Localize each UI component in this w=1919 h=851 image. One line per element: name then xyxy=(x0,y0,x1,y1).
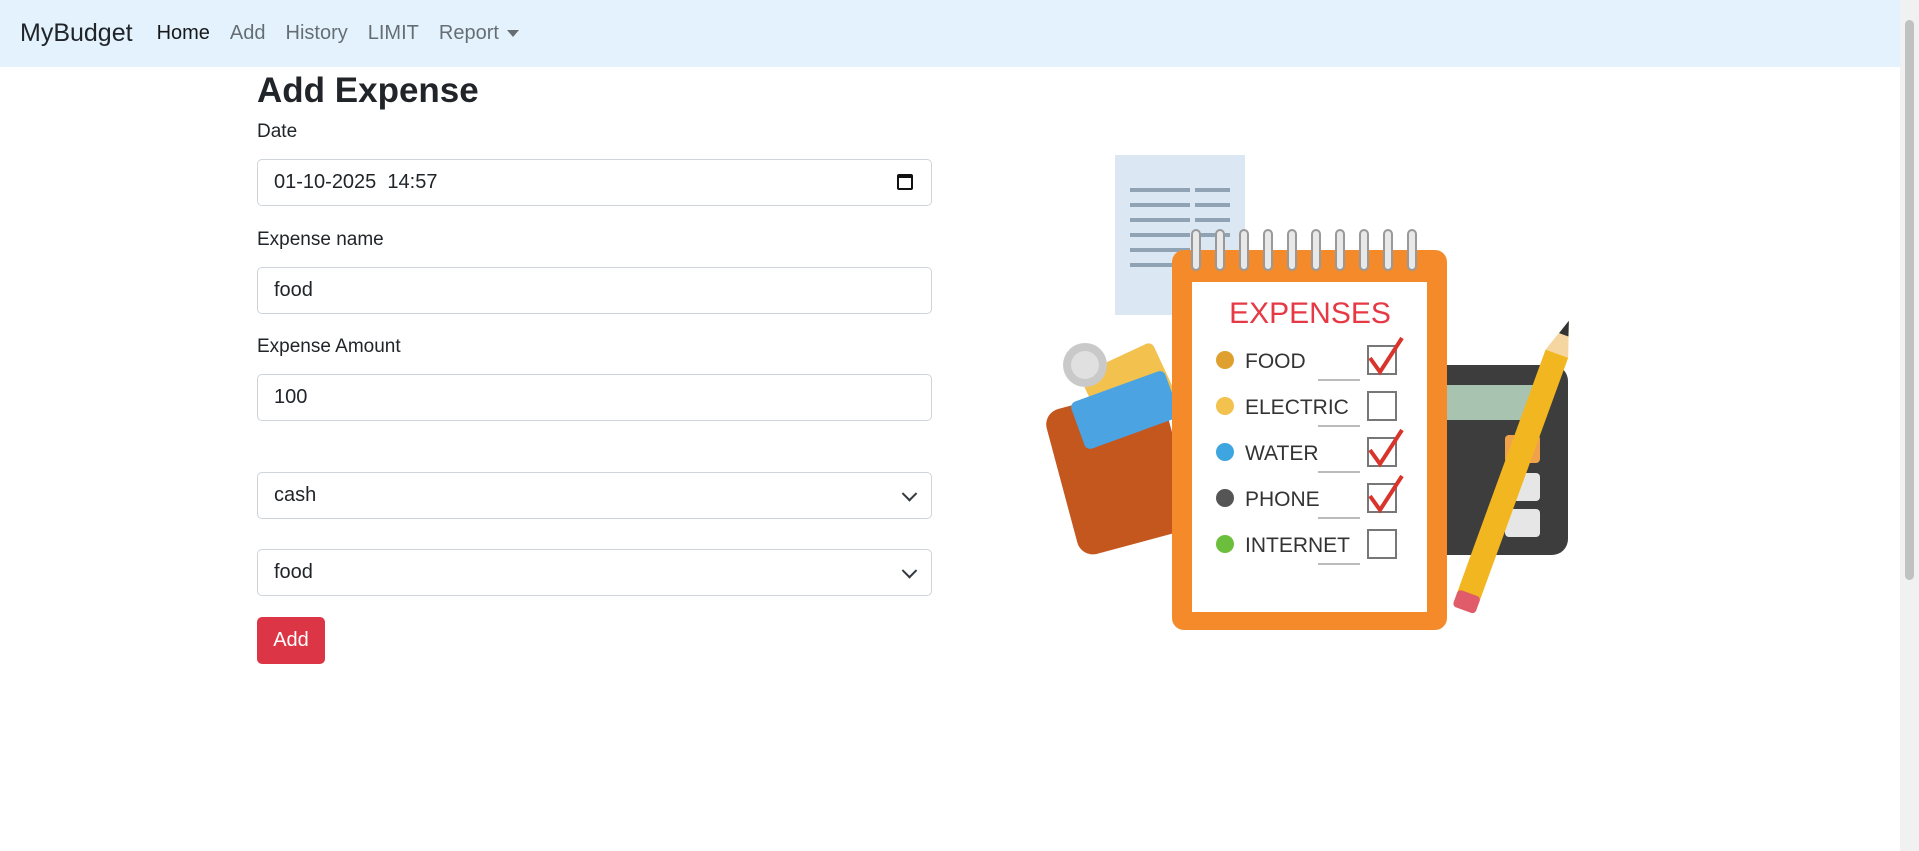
checklist-item-icon xyxy=(1216,351,1234,369)
nav-report-label: Report xyxy=(438,22,499,44)
date-input[interactable]: 01-10-2025 14:57 xyxy=(257,159,932,206)
chevron-down-icon xyxy=(901,562,918,579)
chevron-down-icon xyxy=(901,485,918,502)
navbar: MyBudget Home Add History LIMIT Report xyxy=(0,0,1900,67)
checklist-item-icon xyxy=(1216,397,1234,415)
payment-method-select[interactable]: cash xyxy=(257,472,932,519)
scrollbar-thumb[interactable] xyxy=(1905,20,1914,580)
caret-down-icon xyxy=(506,30,519,38)
expense-name-value: food xyxy=(274,279,313,301)
nav-add[interactable]: Add xyxy=(230,22,266,45)
nav-limit[interactable]: LIMIT xyxy=(368,22,419,45)
checklist-item-label: ELECTRIC xyxy=(1245,396,1349,419)
checkbox-icon xyxy=(1367,391,1397,421)
checklist-item-icon xyxy=(1216,443,1234,461)
checklist-item-label: WATER xyxy=(1245,442,1319,465)
page-scrollbar[interactable] xyxy=(1900,0,1919,851)
add-button[interactable]: Add xyxy=(257,617,325,664)
category-value: food xyxy=(274,561,313,583)
expense-name-label: Expense name xyxy=(257,229,384,250)
date-label: Date xyxy=(257,121,298,142)
page-title: Add Expense xyxy=(257,71,479,110)
coin xyxy=(1071,351,1099,379)
expense-amount-input[interactable]: 100 xyxy=(257,374,932,421)
checklist-item-icon xyxy=(1216,489,1234,507)
brand-logo[interactable]: MyBudget xyxy=(20,19,133,48)
checkbox-icon xyxy=(1367,529,1397,559)
nav-report-dropdown[interactable]: Report xyxy=(439,22,519,45)
payment-method-value: cash xyxy=(274,484,317,506)
date-value: 01-10-2025 14:57 xyxy=(274,171,438,193)
expenses-heading: EXPENSES xyxy=(1229,297,1391,330)
expenses-illustration: EXPENSES FOOD ELECTRIC WATER PHONE INTERNET xyxy=(1046,155,1569,630)
nav-home[interactable]: Home xyxy=(157,22,210,45)
checklist-item-label: PHONE xyxy=(1245,488,1320,511)
nav-links: Home Add History LIMIT Report xyxy=(157,22,539,45)
expense-name-input[interactable]: food xyxy=(257,267,932,314)
expense-amount-value: 100 xyxy=(274,386,308,408)
checklist-item-icon xyxy=(1216,535,1234,553)
checklist-item-label: INTERNET xyxy=(1245,534,1350,557)
checklist-item-label: FOOD xyxy=(1245,350,1306,373)
calendar-icon[interactable] xyxy=(897,174,913,190)
category-select[interactable]: food xyxy=(257,549,932,596)
expense-amount-label: Expense Amount xyxy=(257,336,401,357)
nav-history[interactable]: History xyxy=(286,22,348,45)
